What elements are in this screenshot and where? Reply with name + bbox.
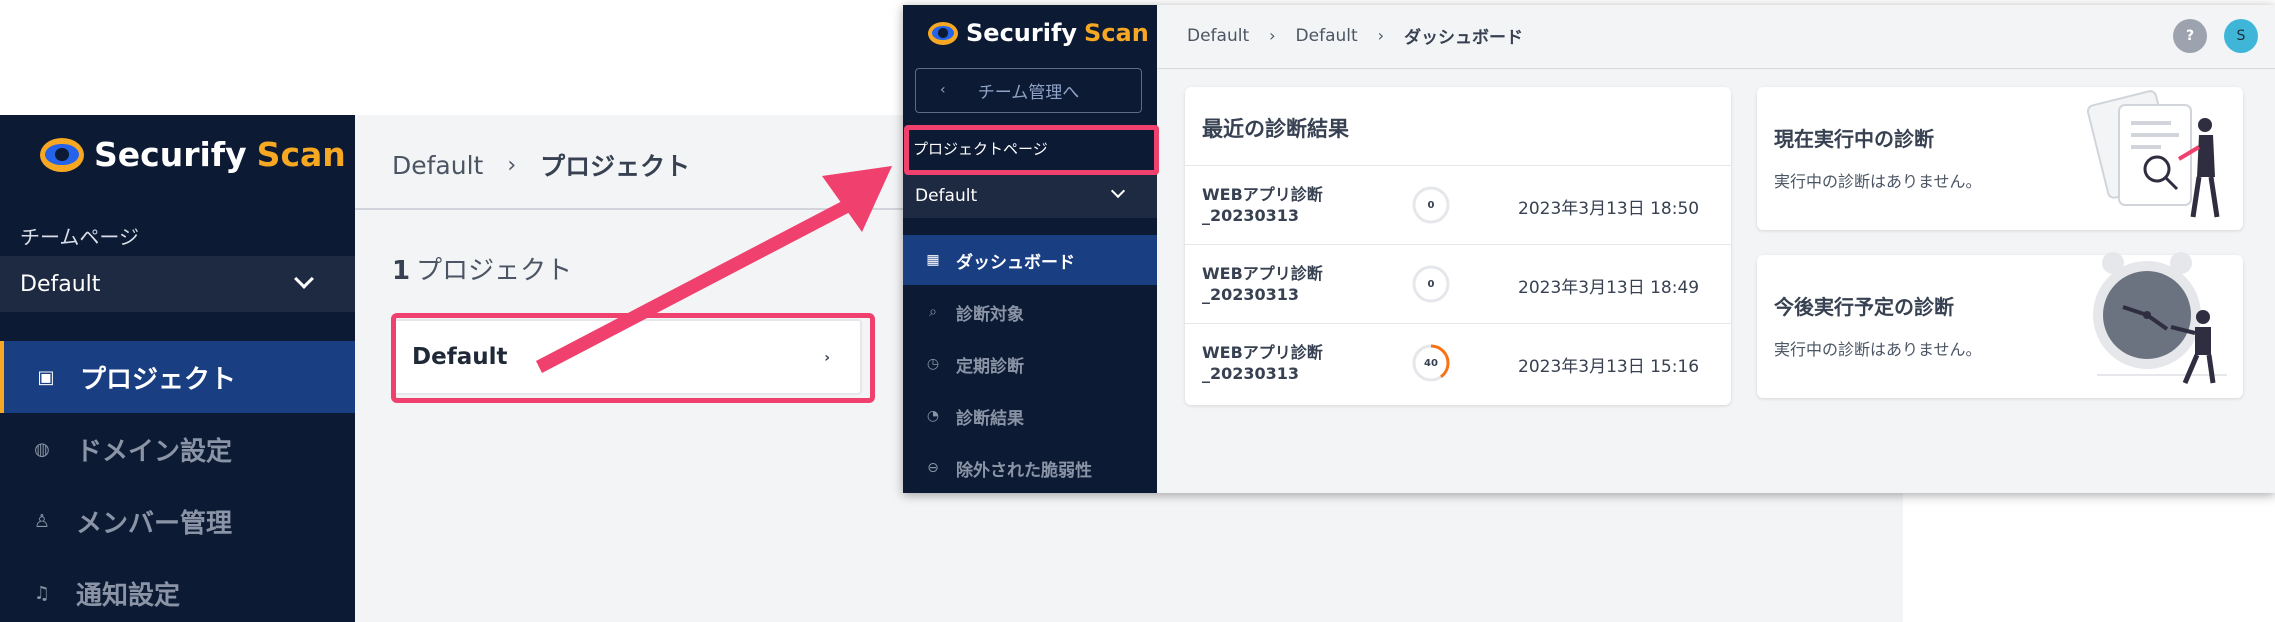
eye-logo-icon <box>40 137 84 172</box>
breadcrumb-current: プロジェクト <box>540 152 691 181</box>
eye-logo-icon <box>928 21 958 45</box>
scan-date: 2023年3月13日 18:50 <box>1518 199 1700 219</box>
logo-text: Securify <box>94 135 247 174</box>
project-count: 1 プロジェクト <box>392 250 572 287</box>
scan-date: 2023年3月13日 18:49 <box>1518 278 1700 298</box>
team-select-value: Default <box>20 271 101 297</box>
sidebar-item-domain[interactable]: ◍ ドメイン設定 <box>0 413 355 485</box>
scan-name: WEBアプリ診断 _20230313 <box>1202 263 1323 305</box>
composite-screenshot: Securify Scan チームページ Default ▣ プロジェクト ◍ … <box>0 0 2275 622</box>
table-row[interactable]: WEBアプリ診断 _20230313 0 2023年3月13日 18:49 <box>1185 244 1731 323</box>
sidebar: Securify Scan ‹ チーム管理へ プロジェクトページ Default… <box>903 5 1157 493</box>
chevron-down-icon <box>1110 183 1126 199</box>
chevron-right-icon: › <box>1269 26 1276 45</box>
user-icon: ♙ <box>33 510 51 532</box>
avatar[interactable]: S <box>2224 19 2258 53</box>
sidebar-item-project[interactable]: ▣ プロジェクト <box>0 341 355 413</box>
recent-results-card: 最近の診断結果 WEBアプリ診断 _20230313 0 2023年3月13日 … <box>1185 87 1731 405</box>
project-icon: ▣ <box>37 366 55 388</box>
logo-accent-text: Scan <box>256 135 346 174</box>
project-select[interactable]: Default <box>903 173 1157 218</box>
sidebar-item-notification[interactable]: ♫ 通知設定 <box>0 557 355 622</box>
help-button[interactable]: ? <box>2173 19 2207 53</box>
logo-text: Securify <box>966 19 1078 47</box>
table-row[interactable]: WEBアプリ診断 _20230313 0 2023年3月13日 18:50 <box>1185 165 1731 244</box>
sidebar-item-label: 診断対象 <box>956 304 1024 325</box>
scan-name: WEBアプリ診断 _20230313 <box>1202 184 1323 226</box>
app-logo[interactable]: Securify Scan <box>40 135 346 174</box>
chevron-down-icon <box>294 269 314 289</box>
team-page-label: チームページ <box>20 225 139 249</box>
scan-name-line2: _20230313 <box>1202 285 1300 304</box>
chevron-left-icon: ‹ <box>940 82 946 98</box>
sidebar-item-results[interactable]: ◔ 診断結果 <box>903 391 1157 441</box>
sidebar-item-member[interactable]: ♙ メンバー管理 <box>0 485 355 557</box>
pie-chart-icon: ◔ <box>926 408 940 424</box>
logo-accent-text: Scan <box>1084 19 1149 47</box>
sidebar-item-label: 通知設定 <box>76 580 181 611</box>
sidebar-item-label: メンバー管理 <box>76 508 233 539</box>
score-value: 0 <box>1427 278 1435 290</box>
sidebar-item-label: 定期診断 <box>956 356 1024 377</box>
sidebar-item-label: 診断結果 <box>956 408 1024 429</box>
grid-icon: ▦ <box>926 252 940 268</box>
header-divider <box>1157 68 2275 69</box>
sidebar-item-label: 除外された脆弱性 <box>956 460 1092 481</box>
running-scans-card: 現在実行中の診断 実行中の診断はありません。 <box>1757 87 2243 230</box>
recent-results-title: 最近の診断結果 <box>1202 117 1349 141</box>
documents-search-illustration-icon <box>2086 90 2220 218</box>
sidebar-item-label: ドメイン設定 <box>76 436 233 467</box>
project-select-value: Default <box>915 185 978 206</box>
sidebar-item-dashboard[interactable]: ▦ ダッシュボード <box>903 235 1157 285</box>
sidebar: Securify Scan チームページ Default ▣ プロジェクト ◍ … <box>0 115 355 622</box>
score-value: 40 <box>1424 357 1438 369</box>
scheduled-scans-card: 今後実行予定の診断 実行中の診断はありません。 <box>1757 252 2243 398</box>
minus-circle-icon: ⊖ <box>927 460 939 476</box>
team-select[interactable]: Default <box>0 256 355 312</box>
main-content: Default › Default › ダッシュボード ? S 最近の診断結果 … <box>1157 5 2275 493</box>
highlight-box-project-card <box>391 313 875 403</box>
back-to-team-button[interactable]: ‹ チーム管理へ <box>915 68 1142 113</box>
scan-date: 2023年3月13日 15:16 <box>1518 357 1700 377</box>
app-logo[interactable]: Securify Scan <box>928 19 1149 47</box>
clock-icon: ◷ <box>926 356 940 372</box>
chevron-right-icon: › <box>507 152 517 178</box>
highlight-box-project-page <box>904 125 1159 175</box>
breadcrumb-project[interactable]: Default <box>1296 26 1358 46</box>
sidebar-item-label: ダッシュボード <box>956 252 1075 273</box>
sidebar-item-periodic[interactable]: ◷ 定期診断 <box>903 339 1157 389</box>
breadcrumb: Default › Default › ダッシュボード <box>1187 23 1524 49</box>
globe-icon: ◍ <box>34 438 50 460</box>
sidebar-item-target[interactable]: ⌕ 診断対象 <box>903 287 1157 337</box>
score-value: 0 <box>1427 199 1435 211</box>
scan-name-line1: WEBアプリ診断 <box>1202 185 1323 204</box>
scan-name-line2: _20230313 <box>1202 206 1300 225</box>
scheduled-scans-empty-text: 実行中の診断はありません。 <box>1774 340 1982 359</box>
project-count-number: 1 <box>392 256 411 286</box>
clock-person-illustration-icon <box>2093 252 2227 384</box>
bell-icon: ♫ <box>33 582 51 604</box>
back-to-team-label: チーム管理へ <box>977 83 1080 103</box>
sidebar-item-label: プロジェクト <box>80 364 237 395</box>
breadcrumb-root[interactable]: Default <box>392 151 483 180</box>
breadcrumb-team[interactable]: Default <box>1187 26 1249 46</box>
breadcrumb-current: ダッシュボード <box>1404 28 1524 48</box>
breadcrumb: Default › プロジェクト <box>392 147 690 183</box>
chevron-right-icon: › <box>1377 26 1385 45</box>
scan-name-line1: WEBアプリ診断 <box>1202 264 1323 283</box>
sidebar-item-excluded[interactable]: ⊖ 除外された脆弱性 <box>903 443 1157 493</box>
project-count-label: プロジェクト <box>416 256 573 286</box>
scan-name-line2: _20230313 <box>1202 364 1300 383</box>
running-scans-empty-text: 実行中の診断はありません。 <box>1774 172 1982 191</box>
running-scans-title: 現在実行中の診断 <box>1774 127 1934 151</box>
scan-name: WEBアプリ診断 _20230313 <box>1202 342 1323 384</box>
dashboard-screenshot: Securify Scan ‹ チーム管理へ プロジェクトページ Default… <box>903 5 2275 493</box>
scan-name-line1: WEBアプリ診断 <box>1202 343 1323 362</box>
table-row[interactable]: WEBアプリ診断 _20230313 40 2023年3月13日 15:16 <box>1185 323 1731 402</box>
scheduled-scans-title: 今後実行予定の診断 <box>1774 295 1954 319</box>
search-list-icon: ⌕ <box>929 304 937 320</box>
